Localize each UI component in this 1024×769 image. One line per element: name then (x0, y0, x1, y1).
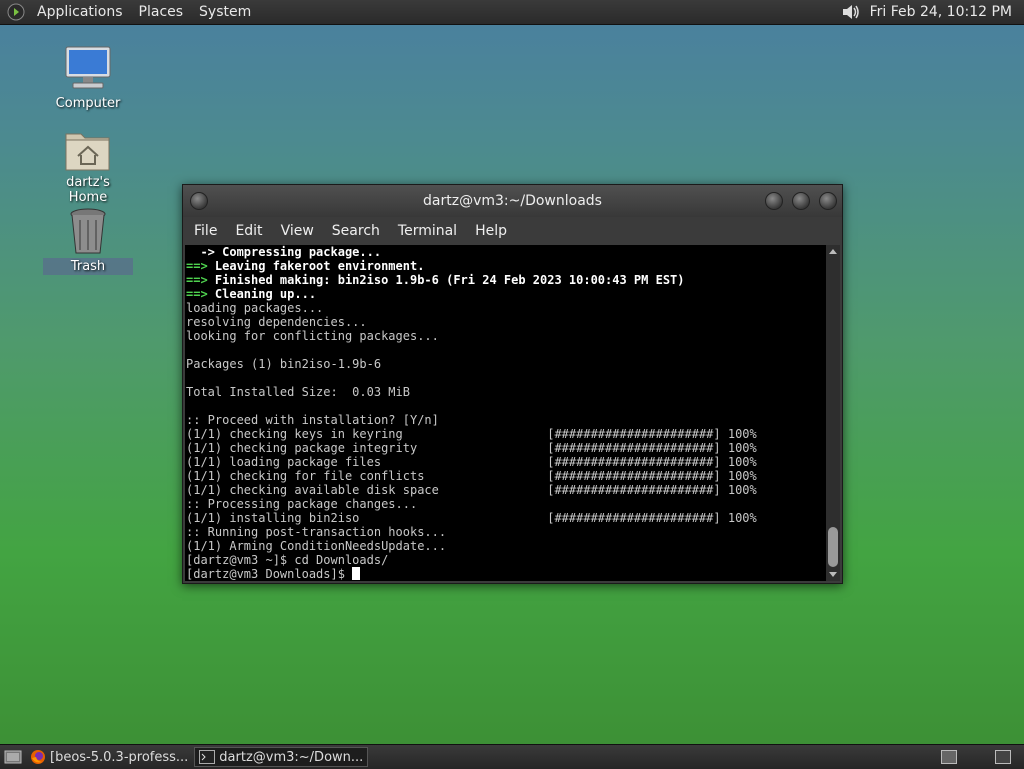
terminal-line-text: :: Processing package changes... (186, 497, 418, 511)
taskbar-item-terminal[interactable]: dartz@vm3:~/Down... (194, 747, 369, 767)
desktop-icon-trash[interactable]: Trash (43, 206, 133, 275)
terminal-line-text: looking for conflicting packages... (186, 329, 439, 343)
terminal-line-prefix: ==> (186, 287, 215, 301)
terminal-line: [dartz@vm3 Downloads]$ (186, 567, 826, 581)
places-menu[interactable]: Places (131, 4, 192, 20)
terminal-line: (1/1) checking package integrity [######… (186, 441, 826, 455)
scroll-thumb[interactable] (828, 527, 838, 567)
menu-help[interactable]: Help (466, 223, 516, 239)
terminal-line-text: (1/1) installing bin2iso [##############… (186, 511, 757, 525)
menu-edit[interactable]: Edit (226, 223, 271, 239)
desktop-icon-label: dartz's Home (66, 175, 110, 205)
system-menu[interactable]: System (191, 4, 259, 20)
terminal-line: (1/1) checking keys in keyring [########… (186, 427, 826, 441)
terminal-line: -> Compressing package... (186, 245, 826, 259)
terminal-line-text: Total Installed Size: 0.03 MiB (186, 385, 410, 399)
computer-icon (65, 46, 111, 89)
window-menu-button[interactable] (190, 192, 208, 210)
terminal-line: ==> Cleaning up... (186, 287, 826, 301)
terminal-line-text: (1/1) loading package files [###########… (186, 455, 757, 469)
menu-terminal[interactable]: Terminal (389, 223, 466, 239)
speaker-icon[interactable] (840, 2, 862, 22)
terminal-line: (1/1) Arming ConditionNeedsUpdate... (186, 539, 826, 553)
terminal-line-text: (1/1) checking for file conflicts [#####… (186, 469, 757, 483)
terminal-line: looking for conflicting packages... (186, 329, 826, 343)
terminal-line: :: Processing package changes... (186, 497, 826, 511)
scroll-up-arrow-icon[interactable] (829, 249, 837, 254)
terminal-line-text: (1/1) checking package integrity [######… (186, 441, 757, 455)
terminal-menubar: File Edit View Search Terminal Help (183, 217, 842, 245)
terminal-line-prefix: -> (186, 245, 223, 259)
clock[interactable]: Fri Feb 24, 10:12 PM (870, 4, 1012, 20)
terminal-line-text: (1/1) Arming ConditionNeedsUpdate... (186, 539, 447, 553)
terminal-line-text: resolving dependencies... (186, 315, 367, 329)
terminal-line-text: (1/1) checking keys in keyring [########… (186, 427, 757, 441)
menu-file[interactable]: File (185, 223, 226, 239)
terminal-line: ==> Finished making: bin2iso 1.9b-6 (Fri… (186, 273, 826, 287)
terminal-icon (199, 750, 216, 764)
workspace-2[interactable] (995, 750, 1011, 764)
terminal-output[interactable]: -> Compressing package... ==> Leaving fak… (185, 245, 826, 581)
bottom-panel: [beos-5.0.3-profess... dartz@vm3:~/Down.… (0, 744, 1024, 769)
terminal-line: (1/1) checking for file conflicts [#####… (186, 469, 826, 483)
terminal-scrollbar[interactable] (826, 245, 840, 581)
workspace-1[interactable] (941, 750, 957, 764)
terminal-line: [dartz@vm3 ~]$ cd Downloads/ (186, 553, 826, 567)
terminal-line: resolving dependencies... (186, 315, 826, 329)
desktop-icon-label: Computer (55, 96, 121, 111)
taskbar-item-label: dartz@vm3:~/Down... (219, 749, 364, 765)
terminal-line: (1/1) loading package files [###########… (186, 455, 826, 469)
menu-view[interactable]: View (272, 223, 323, 239)
terminal-cursor (352, 567, 361, 580)
desktop-icon-home[interactable]: dartz's Home (43, 128, 133, 206)
desktop-icon-computer[interactable]: Computer (43, 45, 133, 112)
terminal-line-prefix: ==> (186, 259, 215, 273)
taskbar-item-label: [beos-5.0.3-profess... (50, 749, 189, 765)
terminal-line-text: Leaving fakeroot environment. (214, 259, 425, 273)
terminal-line-text: (1/1) checking available disk space [###… (186, 483, 757, 497)
terminal-line: ==> Leaving fakeroot environment. (186, 259, 826, 273)
panel-tray: Fri Feb 24, 10:12 PM (840, 2, 1024, 22)
terminal-line: loading packages... (186, 301, 826, 315)
window-titlebar[interactable]: dartz@vm3:~/Downloads (183, 185, 842, 217)
applications-menu[interactable]: Applications (29, 4, 131, 20)
trash-icon (70, 208, 106, 254)
menu-search[interactable]: Search (323, 223, 389, 239)
terminal-line: Packages (1) bin2iso-1.9b-6 (186, 357, 826, 371)
terminal-line: (1/1) installing bin2iso [##############… (186, 511, 826, 525)
terminal-line: (1/1) checking available disk space [###… (186, 483, 826, 497)
show-desktop-icon[interactable] (4, 749, 22, 765)
terminal-line-text: [dartz@vm3 ~]$ cd Downloads/ (186, 553, 389, 567)
home-folder-icon (65, 133, 110, 171)
terminal-line-text: loading packages... (186, 301, 324, 315)
terminal-line-text: [dartz@vm3 Downloads]$ (186, 567, 353, 581)
terminal-line: Total Installed Size: 0.03 MiB (186, 385, 826, 399)
menu-logo-icon[interactable] (7, 3, 25, 21)
terminal-line-text: Finished making: bin2iso 1.9b-6 (Fri 24 … (214, 273, 685, 287)
window-title: dartz@vm3:~/Downloads (423, 193, 602, 209)
maximize-button[interactable] (792, 192, 810, 210)
terminal-line-text: Packages (1) bin2iso-1.9b-6 (186, 357, 382, 371)
terminal-window: dartz@vm3:~/Downloads File Edit View Sea… (182, 184, 843, 584)
terminal-line-text: Cleaning up... (214, 287, 317, 301)
taskbar-item-browser[interactable]: [beos-5.0.3-profess... (26, 747, 192, 767)
terminal-line-text: Compressing package... (222, 245, 382, 259)
firefox-icon (31, 750, 45, 764)
terminal-line-prefix: ==> (186, 273, 215, 287)
terminal-line-text: :: Proceed with installation? [Y/n] (186, 413, 439, 427)
top-panel: Applications Places System Fri Feb 24, 1… (0, 0, 1024, 25)
minimize-button[interactable] (765, 192, 783, 210)
desktop-icon-label: Trash (43, 258, 133, 275)
terminal-line: :: Running post-transaction hooks... (186, 525, 826, 539)
terminal-line-text: :: Running post-transaction hooks... (186, 525, 447, 539)
scroll-down-arrow-icon[interactable] (829, 572, 837, 577)
close-button[interactable] (819, 192, 837, 210)
terminal-line: :: Proceed with installation? [Y/n] (186, 413, 826, 427)
